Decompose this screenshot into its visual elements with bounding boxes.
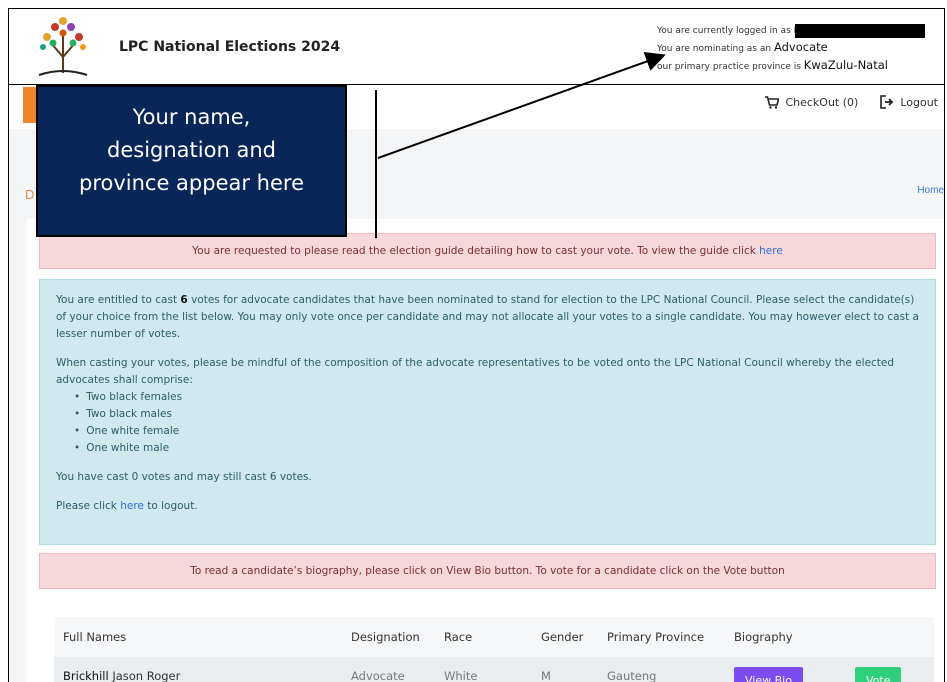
list-item: Two black females: [74, 389, 919, 406]
guide-alert: You are requested to please read the ele…: [39, 233, 936, 269]
nominating-line: You are nominating as an Advocate: [657, 40, 828, 54]
candidate-race: White: [444, 669, 478, 682]
view-bio-button[interactable]: View Bio: [734, 666, 803, 682]
site-header: LPC National Elections 2024 You are curr…: [9, 9, 944, 85]
votes-status: You have cast 0 votes and may still cast…: [56, 471, 312, 483]
list-item: One white male: [74, 440, 919, 457]
designation-value: Advocate: [773, 40, 828, 54]
voting-info-alert: You are entitled to cast 6 votes for adv…: [39, 279, 936, 545]
logout-hint: Please click here to logout.: [56, 500, 198, 512]
guide-link[interactable]: here: [759, 245, 783, 257]
tree-logo-icon: [38, 17, 88, 76]
province-line: our primary practice province is KwaZulu…: [657, 58, 888, 72]
bio-cell: View Bio: [734, 659, 837, 682]
vote-count: 6: [180, 294, 188, 306]
composition-intro: When casting your votes, please be mindf…: [56, 357, 895, 386]
logout-button[interactable]: Logout: [880, 95, 938, 109]
annotation-callout: Your name, designation and province appe…: [36, 85, 347, 237]
checkout-button[interactable]: CheckOut (0): [765, 95, 858, 109]
logged-in-line: You are currently logged in as E: [657, 23, 926, 39]
annotation-divider-line: [375, 90, 377, 238]
province-value: KwaZulu-Natal: [803, 58, 888, 72]
candidate-province: Gauteng: [607, 669, 657, 682]
list-item: One white female: [74, 423, 919, 440]
col-primary-province: Primary Province: [607, 630, 705, 644]
redacted-name: [795, 23, 926, 38]
breadcrumb-home-link[interactable]: Home: [917, 185, 944, 196]
candidate-name: Brickhill Jason Roger: [63, 669, 181, 682]
candidates-table: Full Names Designation Race Gender Prima…: [54, 617, 934, 682]
table-header: Full Names Designation Race Gender Prima…: [54, 617, 934, 657]
candidate-designation: Advocate: [351, 669, 405, 682]
col-gender: Gender: [541, 630, 584, 644]
candidate-gender: M: [541, 669, 551, 682]
user-info: You are currently logged in as E You are…: [657, 23, 926, 75]
table-row: Brickhill Jason Roger Advocate White M G…: [54, 657, 934, 682]
voting-card: You are requested to please read the ele…: [27, 219, 944, 682]
col-biography: Biography: [734, 630, 793, 644]
app-title: LPC National Elections 2024: [119, 39, 341, 55]
cart-icon: [765, 95, 780, 109]
col-race: Race: [444, 630, 473, 644]
vote-cell: Vote: [837, 659, 933, 682]
col-designation: Designation: [351, 630, 420, 644]
logout-icon: [880, 95, 894, 109]
col-full-names: Full Names: [63, 630, 127, 644]
page-title: D: [25, 187, 35, 202]
logout-link[interactable]: here: [120, 500, 144, 512]
list-item: Two black males: [74, 406, 919, 423]
entitlement-text: You are entitled to cast 6 votes for adv…: [56, 294, 919, 340]
composition-list: Two black females Two black males One wh…: [74, 389, 919, 457]
bio-alert: To read a candidate’s biography, please …: [39, 553, 936, 589]
vote-button[interactable]: Vote: [855, 666, 902, 682]
nav-actions: CheckOut (0) Logout: [765, 95, 938, 109]
